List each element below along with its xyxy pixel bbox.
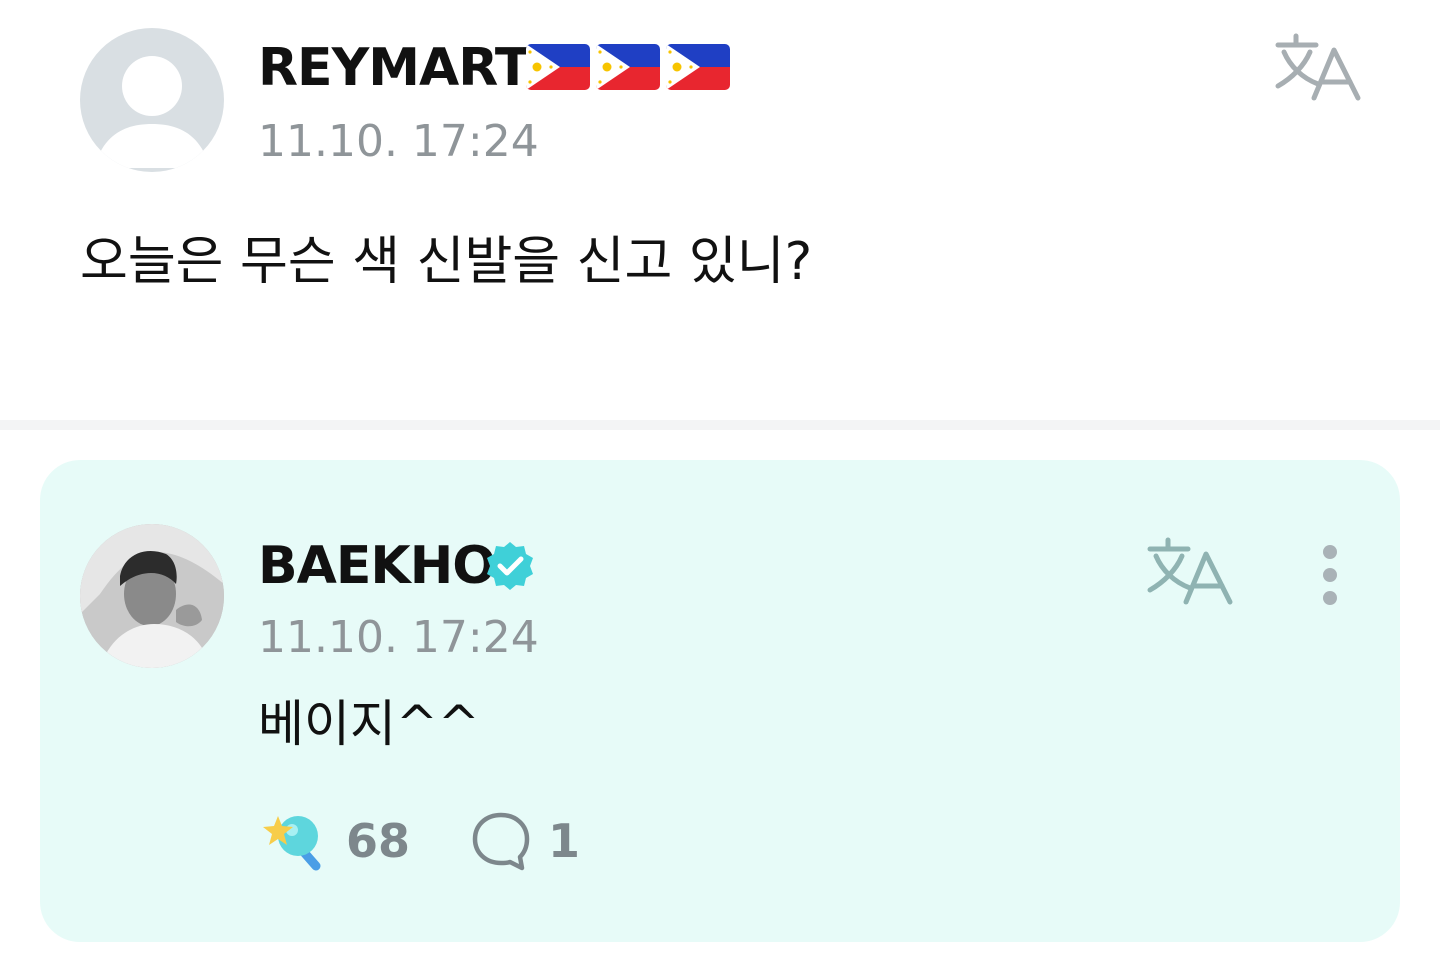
verified-badge-icon (487, 542, 533, 590)
translate-icon (1147, 537, 1233, 605)
philippines-flag-icon (526, 44, 590, 90)
artist-reply-card: BAEKHO 11.10. 17:24 베이지^^ 68 1 (40, 460, 1400, 942)
reply-timestamp: 11.10. 17:24 (258, 612, 539, 663)
star-light-stick-icon (263, 816, 321, 871)
artist-avatar[interactable] (80, 524, 224, 668)
translate-button[interactable] (1274, 32, 1364, 102)
post-text: 오늘은 무슨 색 신발을 신고 있니? (80, 232, 813, 292)
philippines-flag-icon (596, 44, 660, 90)
artist-photo (80, 524, 224, 668)
more-vertical-icon-dot (1323, 568, 1337, 582)
reply-text: 베이지^^ (258, 695, 480, 753)
post-timestamp: 11.10. 17:24 (258, 116, 539, 167)
philippines-flag-icon (666, 44, 730, 90)
reaction-button[interactable]: 68 (258, 810, 410, 872)
reply-author-name[interactable]: BAEKHO (258, 534, 496, 598)
comment-bubble-icon (472, 812, 530, 871)
post-author-name[interactable]: REYMART (258, 36, 530, 100)
reply-translate-button[interactable] (1146, 536, 1236, 606)
reaction-count: 68 (346, 814, 411, 868)
section-divider (0, 420, 1440, 430)
fan-post: REYMART 11.10. 17:24 오늘은 무슨 색 신발을 신고 있니? (0, 0, 1440, 420)
default-avatar[interactable] (80, 28, 224, 172)
author-flags (526, 44, 730, 90)
translate-icon (1275, 33, 1361, 101)
comment-count: 1 (548, 814, 581, 868)
comment-button[interactable]: 1 (470, 810, 580, 872)
more-vertical-icon-dot (1323, 591, 1337, 605)
person-silhouette-icon (94, 56, 210, 168)
more-vertical-icon-dot (1323, 545, 1337, 559)
more-options-button[interactable] (1306, 542, 1354, 606)
